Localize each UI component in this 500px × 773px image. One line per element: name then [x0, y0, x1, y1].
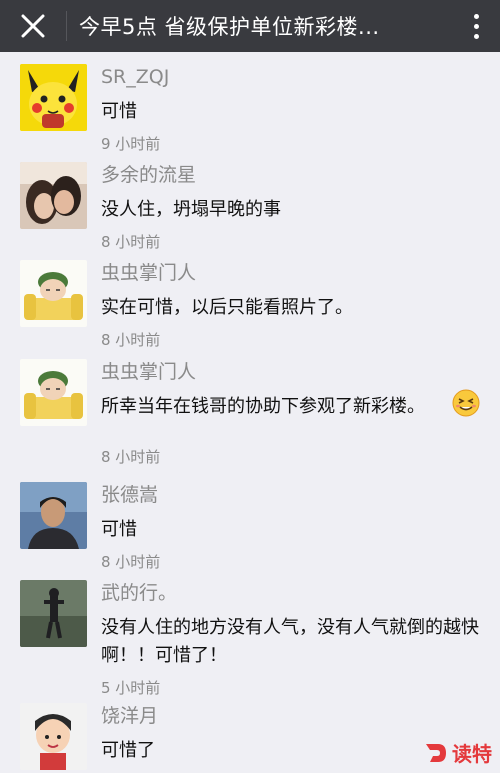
brand-watermark: 读特	[424, 738, 492, 767]
comment-text: 所幸当年在钱哥的协助下参观了新彩楼。	[101, 396, 425, 417]
couple-photo-avatar[interactable]	[20, 162, 87, 229]
comment-item: 虫虫掌门人 所幸当年在钱哥的协助下参观了新彩楼。 8 小时前	[0, 347, 500, 470]
commenter-name[interactable]: 武的行。	[101, 580, 480, 606]
page-title: 今早5点 省级保护单位新彩楼...	[79, 15, 380, 39]
commenter-name[interactable]: 饶洋月	[101, 703, 480, 729]
commenter-name[interactable]: 多余的流星	[101, 162, 480, 188]
comment-text: 可惜	[101, 101, 137, 122]
commenter-name[interactable]: 虫虫掌门人	[101, 260, 480, 286]
comment-text: 可惜	[101, 519, 137, 540]
top-bar: 今早5点 省级保护单位新彩楼...	[0, 0, 500, 52]
commenter-name[interactable]: SR_ZQJ	[101, 64, 480, 90]
comment-list[interactable]: SR_ZQJ 可惜 9 小时前 多余的流星 没人住，坍塌早晚的事 8 小时前 虫…	[0, 52, 500, 773]
close-button[interactable]	[0, 0, 66, 52]
pikachu-avatar[interactable]	[20, 64, 87, 131]
more-dot-icon	[473, 23, 479, 29]
comment-item: 张德嵩 可惜 8 小时前	[0, 470, 500, 571]
cartoon-boy-avatar[interactable]	[20, 703, 87, 770]
close-icon	[21, 14, 45, 38]
comment-item: 武的行。 没有人住的地方没有人气，没有人气就倒的越快啊！！可惜了！ 5 小时前	[0, 568, 500, 697]
comment-item: 虫虫掌门人 实在可惜，以后只能看照片了。 8 小时前	[0, 248, 500, 349]
brand-logo-icon	[426, 743, 446, 762]
comment-text: 没人住，坍塌早晚的事	[101, 199, 281, 220]
commenter-name[interactable]: 张德嵩	[101, 482, 480, 508]
outdoor-photo-avatar[interactable]	[20, 580, 87, 647]
more-options-button[interactable]	[452, 0, 500, 52]
comment-text: 没有人住的地方没有人气，没有人气就倒的越快啊！！可惜了！	[101, 617, 479, 666]
cartoon-sofa-avatar[interactable]	[20, 260, 87, 327]
brand-name: 读特	[452, 742, 492, 766]
comment-item: 多余的流星 没人住，坍塌早晚的事 8 小时前	[0, 150, 500, 251]
more-dot-icon	[473, 33, 479, 39]
grin-emoji-icon	[452, 389, 480, 417]
man-photo-avatar[interactable]	[20, 482, 87, 549]
comment-time: 8 小时前	[101, 448, 161, 466]
commenter-name[interactable]: 虫虫掌门人	[101, 359, 480, 385]
cartoon-sofa-avatar[interactable]	[20, 359, 87, 426]
comment-text: 实在可惜，以后只能看照片了。	[101, 297, 353, 318]
more-dot-icon	[473, 13, 479, 19]
comment-item: SR_ZQJ 可惜 9 小时前	[0, 52, 500, 153]
